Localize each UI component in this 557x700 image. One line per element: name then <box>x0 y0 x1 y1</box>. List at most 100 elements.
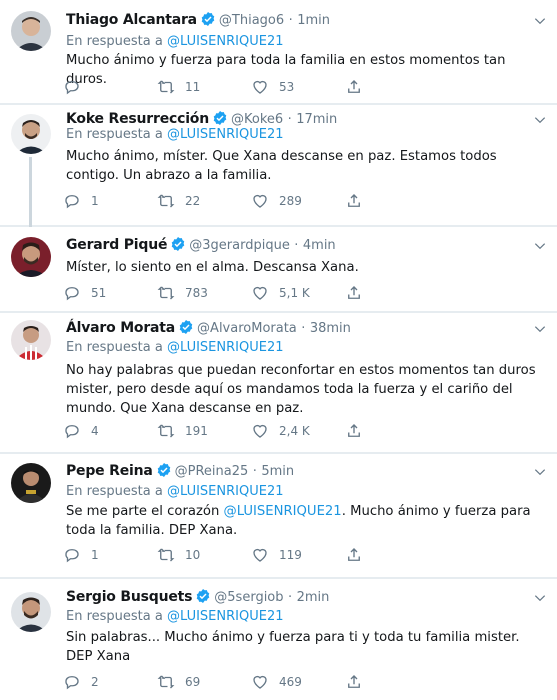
reply-icon <box>65 676 79 690</box>
like-button[interactable]: 289 <box>251 191 302 211</box>
reply-context: En respuesta a @LUISENRIQUE21 <box>66 127 284 142</box>
caret-down-icon[interactable] <box>533 113 547 127</box>
timestamp[interactable]: 17min <box>296 112 337 127</box>
retweet-button[interactable]: 69 <box>157 672 200 692</box>
share-button[interactable] <box>345 672 373 692</box>
retweet-icon <box>157 80 175 94</box>
share-button[interactable] <box>345 545 373 565</box>
share-button[interactable] <box>345 421 373 441</box>
retweet-button[interactable]: 10 <box>157 545 200 565</box>
verified-icon <box>197 589 210 603</box>
caret-down-icon[interactable] <box>533 591 547 605</box>
retweet-button[interactable]: 22 <box>157 191 200 211</box>
timestamp[interactable]: 5min <box>261 464 294 479</box>
reply-mention-link[interactable]: @LUISENRIQUE21 <box>167 340 284 355</box>
caret-down-icon[interactable] <box>533 465 547 479</box>
share-icon <box>348 424 360 437</box>
display-name[interactable]: Pepe Reina <box>66 463 153 479</box>
share-button[interactable] <box>345 191 373 211</box>
reply-button[interactable]: 1 <box>63 545 99 565</box>
like-icon <box>253 194 267 208</box>
timestamp[interactable]: 4min <box>303 238 336 253</box>
reply-icon <box>65 425 79 439</box>
like-button[interactable]: 53 <box>251 77 294 97</box>
tweet-text: Míster, lo siento en el alma. Descansa X… <box>66 260 359 275</box>
like-icon <box>253 286 267 300</box>
reply-mention-link[interactable]: @LUISENRIQUE21 <box>167 484 284 499</box>
username[interactable]: @5sergiob <box>214 590 283 605</box>
reply-button[interactable]: 2 <box>63 672 99 692</box>
like-button[interactable]: 5,1 K <box>251 283 310 303</box>
tweet-actions: 11 53 <box>63 77 503 97</box>
reply-icon <box>65 195 79 209</box>
retweet-button[interactable]: 783 <box>157 283 208 303</box>
reply-context: En respuesta a @LUISENRIQUE21 <box>66 340 284 355</box>
avatar[interactable] <box>11 592 51 632</box>
inline-mention-link[interactable]: @LUISENRIQUE21 <box>224 504 342 519</box>
display-name[interactable]: Koke Resurrección <box>66 111 209 127</box>
tweet-feed: Thiago Alcantara @Thiago6 · 1min En respu… <box>0 0 557 700</box>
verified-icon <box>213 111 227 125</box>
verified-icon <box>172 237 185 251</box>
username[interactable]: @Thiago6 <box>219 13 284 28</box>
tweet-text: Se me parte el corazón @LUISENRIQUE21. M… <box>66 504 531 538</box>
display-name[interactable]: Gerard Piqué <box>66 237 167 253</box>
caret-down-icon[interactable] <box>533 322 547 336</box>
tweet-thiago[interactable]: Thiago Alcantara @Thiago6 · 1min En respu… <box>0 0 557 104</box>
retweet-button[interactable]: 191 <box>157 421 208 441</box>
thread-line <box>29 157 32 227</box>
timestamp[interactable]: 38min <box>310 321 351 336</box>
like-button[interactable]: 119 <box>251 545 302 565</box>
username[interactable]: @Koke6 <box>231 112 283 127</box>
reply-button[interactable]: 1 <box>63 191 99 211</box>
username[interactable]: @PReina25 <box>175 464 249 479</box>
reply-button[interactable] <box>63 77 91 97</box>
like-icon <box>253 548 267 562</box>
avatar[interactable] <box>11 463 51 503</box>
retweet-button[interactable]: 11 <box>157 77 200 97</box>
caret-down-icon[interactable] <box>533 14 547 28</box>
tweet-busquets[interactable]: Sergio Busquets @5sergiob · 2min En respu… <box>0 579 557 700</box>
tweet-actions: 4 191 2,4 K <box>63 421 503 441</box>
tweet-pique[interactable]: Gerard Piqué @3gerardpique · 4min Míster,… <box>0 227 557 312</box>
tweet-text: Sin palabras... Mucho ánimo y fuerza par… <box>66 630 520 664</box>
share-button[interactable] <box>345 77 373 97</box>
reply-mention-link[interactable]: @LUISENRIQUE21 <box>167 34 284 49</box>
display-name[interactable]: Thiago Alcantara <box>66 12 197 28</box>
timestamp[interactable]: 2min <box>297 590 330 605</box>
reply-context: En respuesta a @LUISENRIQUE21 <box>66 34 284 49</box>
share-icon <box>348 548 360 561</box>
avatar[interactable] <box>11 114 51 154</box>
username[interactable]: @3gerardpique <box>189 238 290 253</box>
tweet-reina[interactable]: Pepe Reina @PReina25 · 5min En respuesta … <box>0 454 557 578</box>
reply-button[interactable]: 51 <box>63 283 106 303</box>
reply-context: En respuesta a @LUISENRIQUE21 <box>66 609 284 624</box>
retweet-icon <box>157 424 175 438</box>
tweet-actions: 51 783 5,1 K <box>63 283 503 303</box>
avatar[interactable] <box>11 320 51 360</box>
verified-icon <box>201 12 215 26</box>
avatar[interactable] <box>11 11 51 51</box>
reply-button[interactable]: 4 <box>63 421 99 441</box>
tweet-koke[interactable]: Koke Resurrección @Koke6 · 17min En respu… <box>0 105 557 227</box>
timestamp[interactable]: 1min <box>297 13 330 28</box>
avatar[interactable] <box>11 237 51 277</box>
verified-icon <box>179 320 193 334</box>
display-name[interactable]: Álvaro Morata <box>66 320 175 336</box>
like-button[interactable]: 469 <box>251 672 302 692</box>
retweet-icon <box>157 286 175 300</box>
display-name[interactable]: Sergio Busquets <box>66 589 192 605</box>
retweet-icon <box>157 194 175 208</box>
share-button[interactable] <box>345 283 373 303</box>
like-button[interactable]: 2,4 K <box>251 421 310 441</box>
share-icon <box>348 675 360 688</box>
reply-mention-link[interactable]: @LUISENRIQUE21 <box>167 127 284 142</box>
share-icon <box>348 80 360 93</box>
caret-down-icon[interactable] <box>533 239 547 253</box>
like-icon <box>253 80 267 94</box>
tweet-morata[interactable]: Álvaro Morata @AlvaroMorata · 38min En re… <box>0 313 557 453</box>
username[interactable]: @AlvaroMorata <box>197 321 297 336</box>
retweet-icon <box>157 675 175 689</box>
tweet-text: Mucho ánimo, míster. Que Xana descanse e… <box>66 149 497 183</box>
reply-mention-link[interactable]: @LUISENRIQUE21 <box>167 609 284 624</box>
